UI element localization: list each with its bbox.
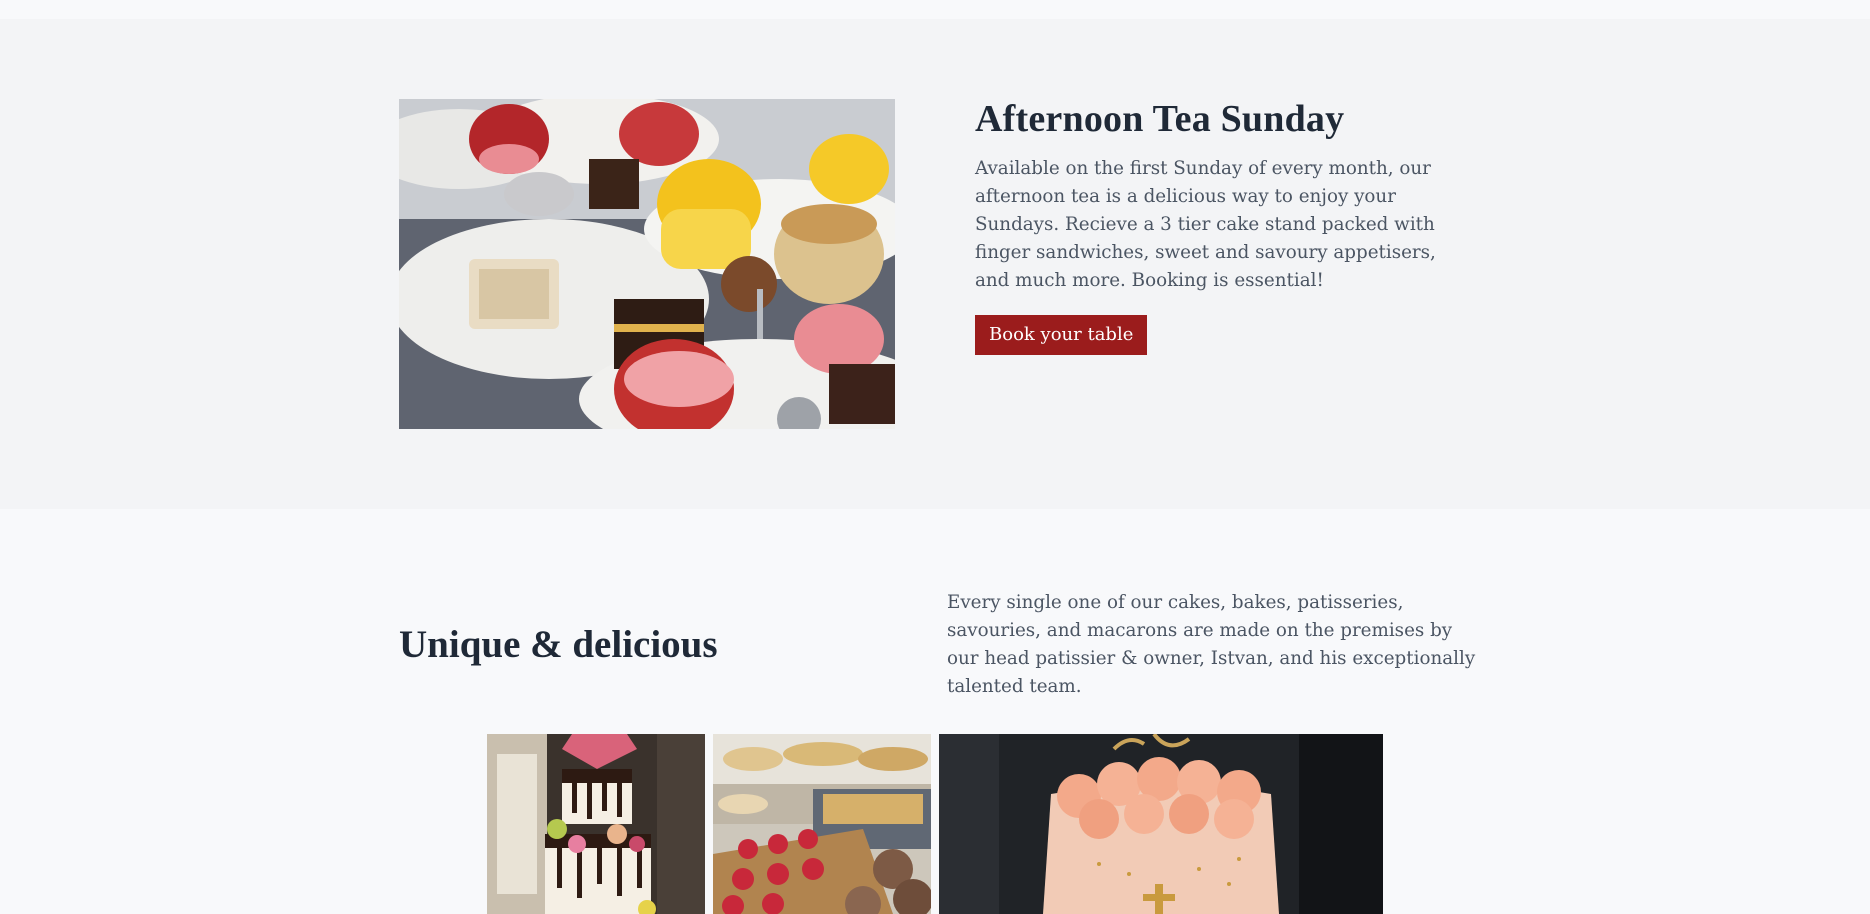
top-strip — [0, 0, 1870, 19]
afternoon-tea-content: Afternoon Tea Sunday Available on the fi… — [975, 97, 1475, 355]
wedding-cake-image — [487, 734, 705, 914]
pastry-display-image — [713, 734, 931, 914]
unique-title: Unique & delicious — [399, 623, 718, 666]
afternoon-tea-image — [399, 99, 895, 429]
book-table-button[interactable]: Book your table — [975, 314, 1148, 355]
peach-celebration-cake-image — [939, 734, 1383, 914]
afternoon-tea-section: Afternoon Tea Sunday Available on the fi… — [0, 19, 1870, 509]
afternoon-tea-description: Available on the first Sunday of every m… — [975, 157, 1436, 291]
afternoon-tea-title: Afternoon Tea Sunday — [975, 98, 1345, 140]
unique-description: Every single one of our cakes, bakes, pa… — [947, 592, 1476, 697]
